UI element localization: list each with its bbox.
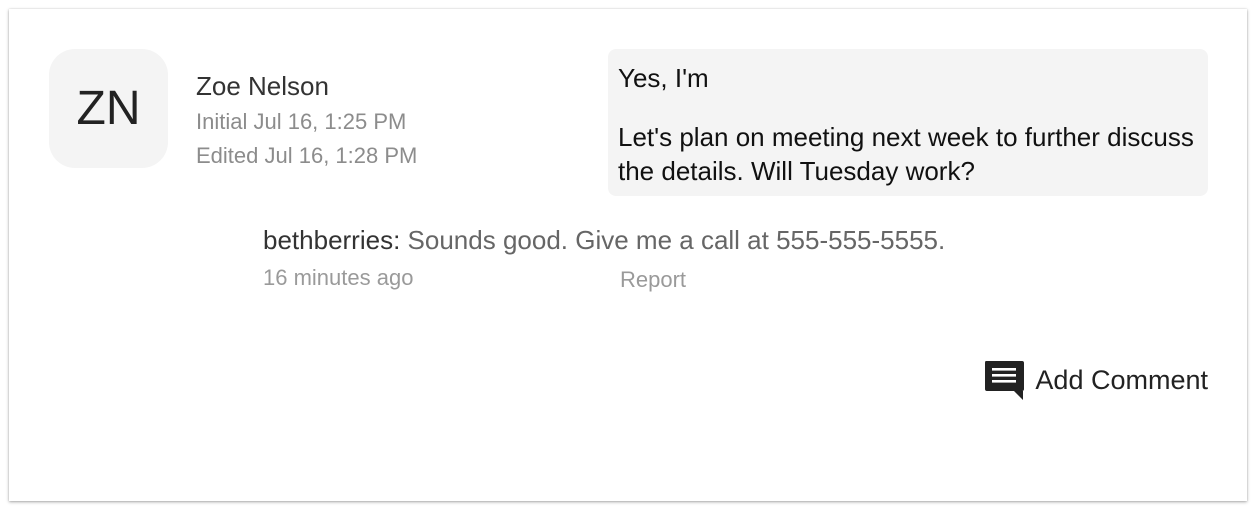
add-comment-label: Add Comment bbox=[1035, 364, 1208, 395]
reply-timestamp: 16 minutes ago bbox=[263, 265, 414, 290]
report-link[interactable]: Report bbox=[620, 267, 686, 293]
edited-timestamp: Edited Jul 16, 1:28 PM bbox=[196, 143, 418, 168]
avatar: ZN bbox=[49, 49, 168, 168]
comment-icon bbox=[985, 361, 1025, 400]
message-line-1: Yes, I'm bbox=[618, 63, 709, 93]
author-name: Zoe Nelson bbox=[196, 71, 329, 101]
reply-text: bethberries: Sounds good. Give me a call… bbox=[263, 225, 945, 256]
add-comment-button[interactable]: Add Comment bbox=[983, 359, 1208, 401]
comment-card: ZN Zoe Nelson Initial Jul 16, 1:25 PM Ed… bbox=[9, 9, 1247, 501]
message-line-2: Let's plan on meeting next week to furth… bbox=[618, 122, 1194, 186]
avatar-initials: ZN bbox=[76, 82, 141, 135]
initial-timestamp: Initial Jul 16, 1:25 PM bbox=[196, 109, 407, 134]
reply-body: Sounds good. Give me a call at 555-555-5… bbox=[407, 225, 946, 255]
message-bubble: Yes, I'm Let's plan on meeting next week… bbox=[608, 49, 1208, 196]
reply-username: bethberries: bbox=[263, 225, 401, 255]
